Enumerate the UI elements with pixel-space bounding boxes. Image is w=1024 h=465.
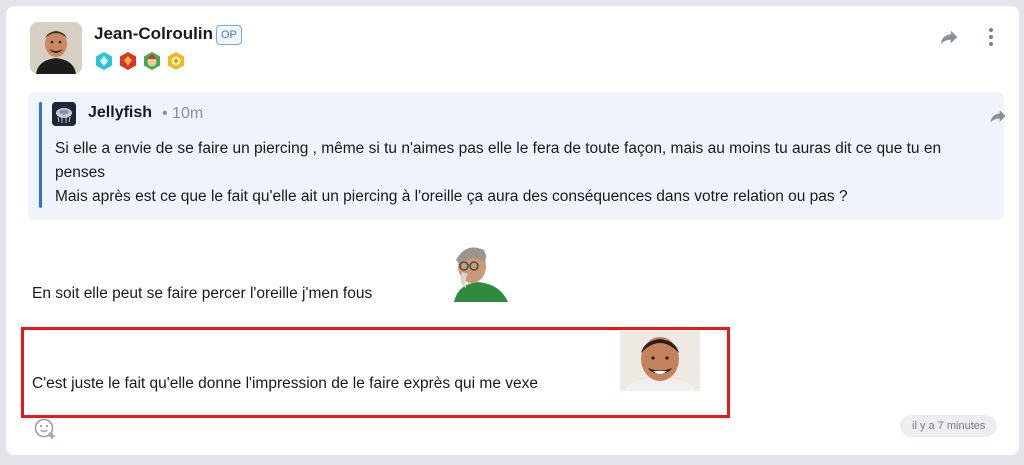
diamond-badge-icon[interactable] <box>94 51 114 71</box>
quote-author-name[interactable]: Jellyfish <box>88 104 152 122</box>
op-badge: OP <box>216 25 242 45</box>
quote-line: Mais après est ce que le fait qu'elle ai… <box>55 188 848 205</box>
add-reaction-icon[interactable] <box>33 416 57 440</box>
message-card: Jean-Colroulin OP Jellyfish • 10m Si ell… <box>6 6 1019 455</box>
quote-time: • 10m <box>162 105 204 122</box>
quote-author-avatar[interactable] <box>52 102 76 126</box>
gold-badge-icon[interactable] <box>166 51 186 71</box>
author-name[interactable]: Jean-Colroulin <box>94 24 213 44</box>
badge-list <box>94 51 186 71</box>
author-avatar[interactable] <box>30 22 82 74</box>
share-icon[interactable] <box>938 26 960 48</box>
share-icon[interactable] <box>988 106 1008 126</box>
ruby-badge-icon[interactable] <box>118 51 138 71</box>
quote-line: Si elle a envie de se faire un piercing … <box>55 140 942 181</box>
timestamp-badge: il y a 7 minutes <box>900 415 998 437</box>
quote-accent-bar <box>39 102 42 208</box>
message-text: En soit elle peut se faire percer l'orei… <box>32 285 373 302</box>
message-text: C'est juste le fait qu'elle donne l'impr… <box>32 375 539 392</box>
quoted-message[interactable]: Jellyfish • 10m Si elle a envie de se fa… <box>28 92 1006 220</box>
quote-body: Si elle a envie de se faire un piercing … <box>55 137 995 209</box>
more-options-icon[interactable] <box>981 26 1001 48</box>
sticker-image <box>620 331 700 391</box>
elf-badge-icon[interactable] <box>142 51 162 71</box>
sticker-image <box>454 247 508 302</box>
